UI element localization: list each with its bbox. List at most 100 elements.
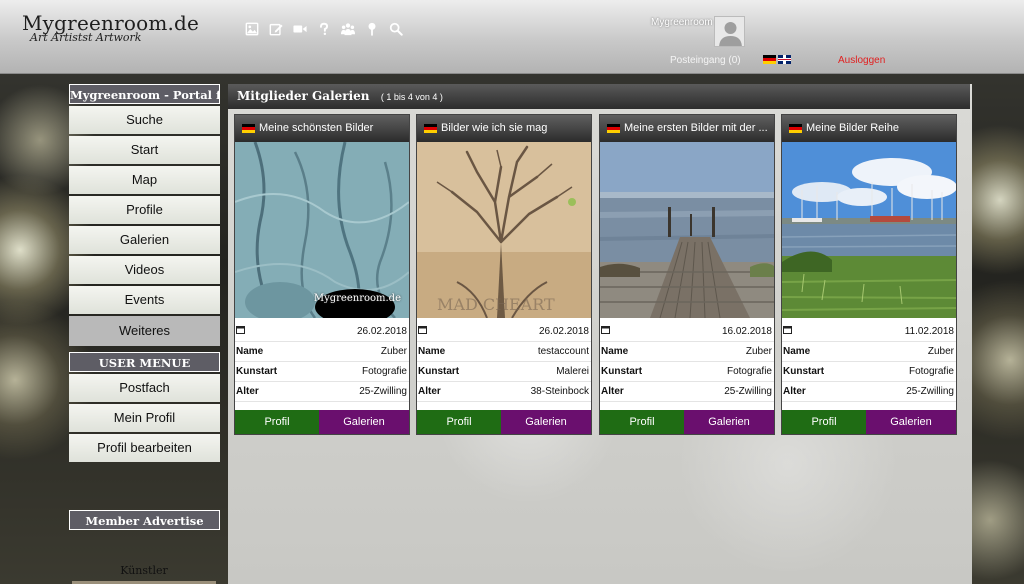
- page-title: Mitglieder Galerien: [237, 89, 370, 103]
- sidebar-item-galerien[interactable]: Galerien: [69, 226, 220, 254]
- card-image[interactable]: [600, 142, 774, 318]
- sidebar-item-suche[interactable]: Suche: [69, 106, 220, 134]
- name-label: Name: [418, 346, 446, 357]
- profil-button[interactable]: Profil: [417, 410, 501, 434]
- member-advertise-header: Member Advertise: [69, 510, 220, 530]
- sidebar-item-weiteres[interactable]: Weiteres: [69, 316, 220, 346]
- profil-button[interactable]: Profil: [235, 410, 319, 434]
- edit-icon[interactable]: [268, 21, 284, 37]
- gallery-card: Bilder wie ich sie mag MAD CHEART 26.02.…: [416, 114, 592, 435]
- sidebar-item-profile[interactable]: Profile: [69, 196, 220, 224]
- image-icon[interactable]: [244, 21, 260, 37]
- language-switcher: [763, 55, 791, 64]
- card-date: 26.02.2018: [538, 325, 589, 337]
- sidebar-item-events[interactable]: Events: [69, 286, 220, 314]
- jetty-photo-image: [600, 142, 774, 318]
- sidebar-item-start[interactable]: Start: [69, 136, 220, 164]
- card-name-row: Name Zuber: [782, 342, 956, 362]
- sidebar-item-profil-bearbeiten[interactable]: Profil bearbeiten: [69, 434, 220, 462]
- card-title[interactable]: Meine ersten Bilder mit der ...: [624, 115, 768, 142]
- sidebar-item-postfach[interactable]: Postfach: [69, 374, 220, 402]
- card-alter-value: 25-Zwilling: [906, 386, 954, 397]
- search-icon[interactable]: [388, 21, 404, 37]
- card-title[interactable]: Meine schönsten Bilder: [259, 115, 373, 142]
- alter-label: Alter: [236, 386, 259, 397]
- card-image[interactable]: [782, 142, 956, 318]
- sidebar: Mygreenroom - Portal für Suche Start Map…: [66, 84, 222, 584]
- alter-label: Alter: [601, 386, 624, 397]
- card-alter-row: Alter 25-Zwilling: [782, 382, 956, 402]
- site-logo-subtitle: Art Artistst Artwork: [30, 31, 142, 44]
- galerien-button[interactable]: Galerien: [866, 410, 956, 434]
- card-date-row: 26.02.2018: [417, 318, 591, 342]
- sidebar-item-videos[interactable]: Videos: [69, 256, 220, 284]
- calendar-icon: [236, 325, 245, 337]
- german-flag-icon: [242, 124, 255, 133]
- alter-label: Alter: [418, 386, 441, 397]
- card-name-value: Zuber: [380, 346, 407, 357]
- painting-image: [235, 142, 409, 318]
- card-date-row: 26.02.2018: [235, 318, 409, 342]
- calendar-icon: [601, 325, 610, 337]
- map-pin-icon[interactable]: [364, 21, 380, 37]
- galerien-button[interactable]: Galerien: [319, 410, 409, 434]
- card-header[interactable]: Meine schönsten Bilder: [235, 115, 409, 142]
- name-label: Name: [236, 346, 264, 357]
- kuenstler-label: Künstler: [120, 564, 168, 577]
- profil-button[interactable]: Profil: [600, 410, 684, 434]
- user-silhouette-icon: [715, 17, 744, 46]
- card-header[interactable]: Meine ersten Bilder mit der ...: [600, 115, 774, 142]
- card-name-value: Zuber: [927, 346, 954, 357]
- card-actions: Profil Galerien: [600, 410, 774, 434]
- card-name-row: Name Zuber: [235, 342, 409, 362]
- top-header: Mygreenroom.de Art Artistst Artwork Mygr…: [0, 0, 1024, 74]
- card-alter-row: Alter 25-Zwilling: [600, 382, 774, 402]
- tree-drawing-image: MAD CHEART: [417, 142, 591, 318]
- card-alter-row: Alter 38-Steinbock: [417, 382, 591, 402]
- galerien-button[interactable]: Galerien: [684, 410, 774, 434]
- card-date-row: 11.02.2018: [782, 318, 956, 342]
- galerien-button[interactable]: Galerien: [501, 410, 591, 434]
- german-flag-icon: [607, 124, 620, 133]
- username-label[interactable]: Mygreenroom: [651, 17, 713, 28]
- card-kunstart-value: Fotografie: [908, 366, 954, 377]
- card-alter-value: 38-Steinbock: [530, 386, 589, 397]
- card-image[interactable]: Mygreenroom.de: [235, 142, 409, 318]
- avatar[interactable]: [714, 16, 745, 47]
- card-alter-value: 25-Zwilling: [359, 386, 407, 397]
- card-kunstart-row: Kunstart Malerei: [417, 362, 591, 382]
- card-title[interactable]: Bilder wie ich sie mag: [441, 115, 547, 142]
- card-kunstart-value: Fotografie: [726, 366, 772, 377]
- question-icon[interactable]: [316, 21, 332, 37]
- gallery-card: Meine ersten Bilder mit der ... 16.02.20…: [599, 114, 775, 435]
- card-header[interactable]: Bilder wie ich sie mag: [417, 115, 591, 142]
- gallery-card: Meine Bilder Reihe 11.02.2018 Name Zuber…: [781, 114, 957, 435]
- card-actions: Profil Galerien: [417, 410, 591, 434]
- card-kunstart-row: Kunstart Fotografie: [782, 362, 956, 382]
- main-content: Mitglieder Galerien ( 1 bis 4 von 4 ) Me…: [228, 84, 972, 584]
- sidebar-item-mein-profil[interactable]: Mein Profil: [69, 404, 220, 432]
- card-image[interactable]: MAD CHEART: [417, 142, 591, 318]
- alter-label: Alter: [783, 386, 806, 397]
- card-title[interactable]: Meine Bilder Reihe: [806, 115, 899, 142]
- profil-button[interactable]: Profil: [782, 410, 866, 434]
- card-actions: Profil Galerien: [782, 410, 956, 434]
- card-kunstart-value: Malerei: [556, 366, 589, 377]
- card-date: 16.02.2018: [721, 325, 772, 337]
- card-alter-value: 25-Zwilling: [724, 386, 772, 397]
- inbox-link[interactable]: Posteingang (0): [670, 55, 741, 66]
- card-header[interactable]: Meine Bilder Reihe: [782, 115, 956, 142]
- card-kunstart-row: Kunstart Fotografie: [235, 362, 409, 382]
- logout-link[interactable]: Ausloggen: [838, 55, 885, 66]
- card-date: 11.02.2018: [904, 325, 954, 337]
- sidebar-header: Mygreenroom - Portal für: [69, 84, 220, 104]
- group-icon[interactable]: [340, 21, 356, 37]
- german-flag-icon[interactable]: [763, 55, 776, 64]
- german-flag-icon: [424, 124, 437, 133]
- uk-flag-icon[interactable]: [778, 55, 791, 64]
- card-alter-row: Alter 25-Zwilling: [235, 382, 409, 402]
- sidebar-item-map[interactable]: Map: [69, 166, 220, 194]
- svg-text:MAD CHEART: MAD CHEART: [437, 295, 555, 314]
- video-icon[interactable]: [292, 21, 308, 37]
- card-date-row: 16.02.2018: [600, 318, 774, 342]
